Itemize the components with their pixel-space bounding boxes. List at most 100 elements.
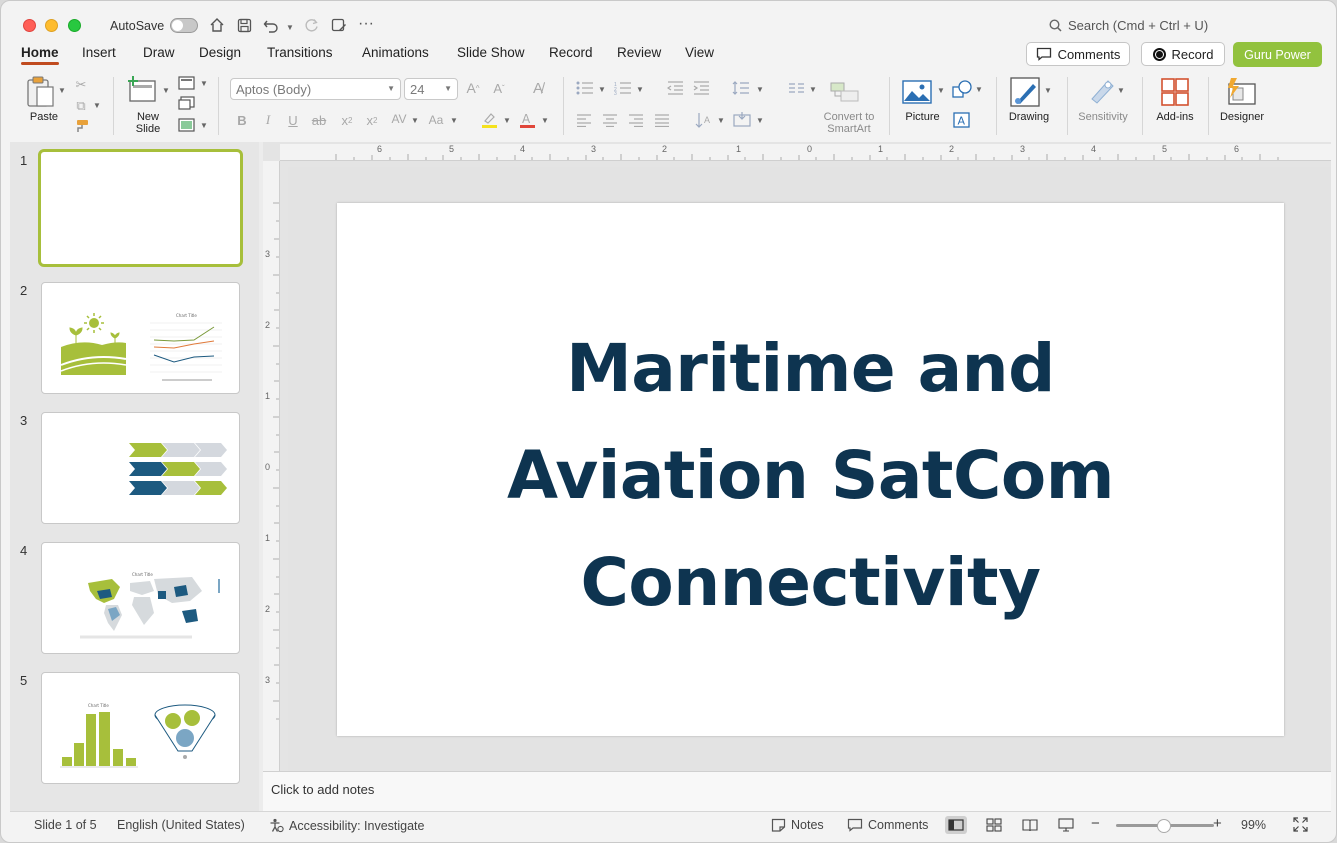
- slide-thumbnail-1[interactable]: [38, 149, 243, 267]
- copy-icon[interactable]: ⧉: [72, 98, 90, 114]
- normal-view-button[interactable]: [945, 816, 967, 834]
- slide-thumbnail-4[interactable]: Chart Title: [41, 542, 240, 654]
- italic-icon[interactable]: I: [260, 111, 276, 129]
- tab-insert[interactable]: Insert: [82, 45, 116, 60]
- bullets-icon[interactable]: [575, 79, 595, 97]
- slide-sorter-view-button[interactable]: [983, 816, 1005, 834]
- new-slide-icon[interactable]: [127, 75, 159, 105]
- picture-icon[interactable]: [901, 77, 933, 107]
- slide-thumbnail-2[interactable]: Chart Title: [41, 282, 240, 394]
- comments-toggle-button[interactable]: Comments: [847, 818, 928, 832]
- character-spacing-chevron-down-icon[interactable]: ▼: [411, 116, 419, 125]
- reset-slide-icon[interactable]: [177, 95, 195, 111]
- bold-icon[interactable]: B: [234, 111, 250, 129]
- align-text-chevron-down-icon[interactable]: ▼: [756, 116, 764, 125]
- shapes-chevron-down-icon[interactable]: ▼: [975, 85, 983, 94]
- customize-save-icon[interactable]: [331, 15, 347, 35]
- comments-button[interactable]: Comments: [1026, 42, 1130, 66]
- slide-thumbnail-3[interactable]: [41, 412, 240, 524]
- columns-chevron-down-icon[interactable]: ▼: [809, 85, 817, 94]
- tab-review[interactable]: Review: [617, 45, 661, 60]
- subscript-icon[interactable]: x2: [363, 111, 381, 129]
- undo-icon[interactable]: [263, 15, 279, 35]
- minimize-window-button[interactable]: [45, 19, 58, 32]
- autosave-toggle[interactable]: [170, 18, 198, 33]
- clear-formatting-icon[interactable]: A̸: [529, 79, 547, 97]
- accessibility-button[interactable]: Accessibility: Investigate: [269, 818, 424, 833]
- tab-animations[interactable]: Animations: [362, 45, 429, 60]
- designer-icon[interactable]: [1225, 75, 1259, 109]
- line-spacing-chevron-down-icon[interactable]: ▼: [756, 85, 764, 94]
- zoom-out-icon[interactable]: −: [1091, 815, 1100, 832]
- picture-chevron-down-icon[interactable]: ▼: [937, 86, 945, 95]
- highlight-chevron-down-icon[interactable]: ▼: [503, 116, 511, 125]
- notes-toggle-button[interactable]: Notes: [771, 818, 824, 832]
- superscript-icon[interactable]: x2: [338, 111, 356, 129]
- layout-icon[interactable]: [177, 75, 195, 91]
- sensitivity-chevron-down-icon[interactable]: ▼: [1117, 86, 1125, 95]
- highlight-icon[interactable]: [480, 110, 498, 130]
- font-size-select[interactable]: 24 ▼: [404, 78, 458, 100]
- tab-view[interactable]: View: [685, 45, 714, 60]
- new-slide-chevron-down-icon[interactable]: ▼: [162, 86, 170, 95]
- change-case-icon[interactable]: Aa: [426, 111, 446, 129]
- zoom-level-label[interactable]: 99%: [1241, 818, 1266, 832]
- text-direction-icon[interactable]: A: [695, 110, 713, 130]
- search-box[interactable]: Search (Cmd + Ctrl + U): [1049, 18, 1208, 33]
- cut-icon[interactable]: ✂: [73, 77, 89, 93]
- align-left-icon[interactable]: [575, 111, 593, 129]
- align-text-icon[interactable]: [732, 110, 752, 130]
- numbering-chevron-down-icon[interactable]: ▼: [636, 85, 644, 94]
- increase-font-size-icon[interactable]: A ^: [464, 79, 482, 97]
- more-options-icon[interactable]: ···: [358, 14, 374, 34]
- decrease-indent-icon[interactable]: [666, 79, 684, 97]
- font-color-icon[interactable]: A: [518, 110, 536, 130]
- line-spacing-icon[interactable]: [732, 79, 750, 97]
- increase-indent-icon[interactable]: [692, 79, 710, 97]
- slide-show-view-button[interactable]: [1055, 816, 1077, 834]
- fit-to-window-button[interactable]: [1293, 817, 1308, 832]
- undo-chevron-down-icon[interactable]: ▼: [286, 17, 294, 37]
- tab-home[interactable]: Home: [21, 45, 59, 65]
- copy-chevron-down-icon[interactable]: ▼: [93, 101, 101, 110]
- underline-icon[interactable]: U: [285, 111, 301, 129]
- home-icon[interactable]: [209, 15, 225, 35]
- decrease-font-size-icon[interactable]: Aˇ: [490, 79, 508, 97]
- sensitivity-icon[interactable]: [1087, 76, 1117, 106]
- drawing-icon[interactable]: [1009, 76, 1041, 108]
- slide-title[interactable]: Maritime and Aviation SatCom Connectivit…: [337, 315, 1284, 636]
- numbering-icon[interactable]: 123: [613, 79, 633, 97]
- tab-record[interactable]: Record: [549, 45, 593, 60]
- columns-icon[interactable]: [787, 79, 805, 97]
- text-box-icon[interactable]: A: [952, 111, 970, 129]
- zoom-in-icon[interactable]: +: [1213, 815, 1222, 832]
- tab-transitions[interactable]: Transitions: [267, 45, 333, 60]
- font-color-chevron-down-icon[interactable]: ▼: [541, 116, 549, 125]
- paste-icon[interactable]: [25, 75, 57, 109]
- tab-slide-show[interactable]: Slide Show: [457, 45, 525, 60]
- close-window-button[interactable]: [23, 19, 36, 32]
- drawing-chevron-down-icon[interactable]: ▼: [1044, 86, 1052, 95]
- notes-pane[interactable]: Click to add notes: [263, 771, 1331, 811]
- align-right-icon[interactable]: [627, 111, 645, 129]
- layout-chevron-down-icon[interactable]: ▼: [200, 79, 208, 88]
- tab-design[interactable]: Design: [199, 45, 241, 60]
- bullets-chevron-down-icon[interactable]: ▼: [598, 85, 606, 94]
- record-button[interactable]: Record: [1141, 42, 1225, 66]
- section-icon[interactable]: [177, 117, 195, 133]
- format-painter-icon[interactable]: [73, 118, 91, 134]
- change-case-chevron-down-icon[interactable]: ▼: [450, 116, 458, 125]
- redo-icon[interactable]: [304, 15, 319, 35]
- shapes-icon[interactable]: [952, 79, 972, 99]
- font-name-select[interactable]: Aptos (Body) ▼: [230, 78, 401, 100]
- language-label[interactable]: English (United States): [117, 818, 245, 832]
- slide-thumbnail-5[interactable]: Chart Title: [41, 672, 240, 784]
- current-slide[interactable]: Maritime and Aviation SatCom Connectivit…: [337, 203, 1284, 736]
- paste-chevron-down-icon[interactable]: ▼: [58, 86, 66, 95]
- guru-power-button[interactable]: Guru Power: [1233, 42, 1322, 67]
- text-direction-chevron-down-icon[interactable]: ▼: [717, 116, 725, 125]
- zoom-slider-handle[interactable]: [1157, 819, 1171, 833]
- section-chevron-down-icon[interactable]: ▼: [200, 121, 208, 130]
- convert-to-smartart-icon[interactable]: [829, 78, 861, 104]
- justify-icon[interactable]: [653, 111, 671, 129]
